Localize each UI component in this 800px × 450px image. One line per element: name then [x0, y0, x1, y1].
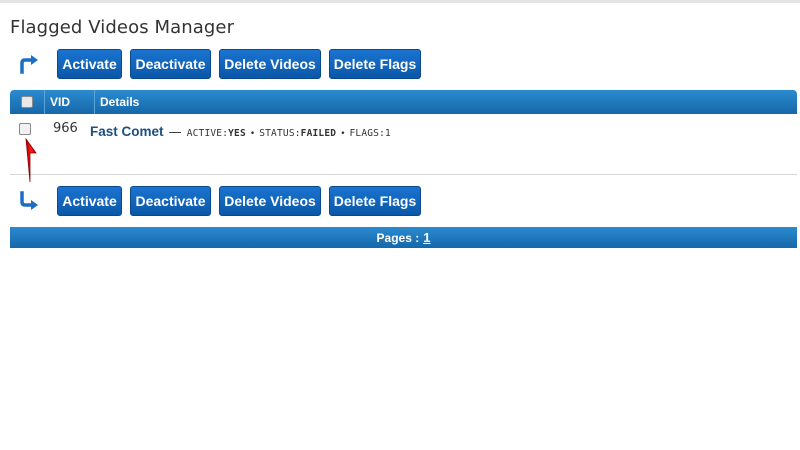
delete-flags-button[interactable]: Delete Flags: [329, 186, 421, 216]
flags-label: FLAGS:: [349, 128, 386, 139]
column-header-details: Details: [100, 95, 140, 109]
column-header-vid[interactable]: VID: [45, 90, 95, 114]
pagination-label: Pages :: [376, 230, 420, 245]
delete-videos-button[interactable]: Delete Videos: [219, 186, 321, 216]
status-label: STATUS:: [259, 128, 301, 139]
flags-value: 1: [385, 128, 391, 139]
top-border: [0, 0, 800, 3]
active-status: ACTIVE:YES: [187, 128, 246, 139]
deactivate-button[interactable]: Deactivate: [130, 186, 211, 216]
video-status: STATUS:FAILED: [259, 128, 336, 139]
details-dash: —: [168, 125, 182, 140]
active-value: YES: [228, 128, 246, 139]
delete-flags-button[interactable]: Delete Flags: [329, 49, 421, 79]
flags-count: FLAGS:1: [350, 128, 391, 139]
row-checkbox[interactable]: [19, 123, 31, 135]
select-all-checkbox[interactable]: [21, 96, 33, 108]
table-row: 966 Fast Comet — ACTIVE:YES • STATUS:FAILE…: [10, 115, 797, 175]
bottom-action-bar: Activate Deactivate Delete Videos Delete…: [10, 186, 800, 216]
status-value: FAILED: [300, 128, 337, 139]
turn-up-right-arrow-icon: [20, 55, 38, 74]
video-title-link[interactable]: Fast Comet: [90, 124, 164, 139]
page-link-1[interactable]: 1: [423, 230, 430, 245]
separator-dot: •: [249, 129, 256, 139]
active-label: ACTIVE:: [186, 128, 229, 139]
pagination-bar: Pages : 1: [10, 227, 797, 248]
deactivate-button[interactable]: Deactivate: [130, 49, 211, 79]
activate-button[interactable]: Activate: [57, 49, 122, 79]
page-title: Flagged Videos Manager: [10, 17, 235, 38]
delete-videos-button[interactable]: Delete Videos: [219, 49, 321, 79]
row-details: Fast Comet — ACTIVE:YES • STATUS:FAILED • FL…: [90, 121, 391, 140]
top-action-bar: Activate Deactivate Delete Videos Delete…: [10, 49, 800, 79]
row-checkbox-cell: [19, 123, 31, 135]
turn-down-right-arrow-icon: [20, 191, 38, 210]
row-vid: 966: [53, 121, 78, 136]
activate-button[interactable]: Activate: [57, 186, 122, 216]
table-header: VID Details: [10, 90, 797, 114]
red-up-arrow-icon: [25, 138, 37, 183]
header-checkbox-cell: [10, 90, 45, 114]
separator-dot: •: [340, 129, 346, 139]
